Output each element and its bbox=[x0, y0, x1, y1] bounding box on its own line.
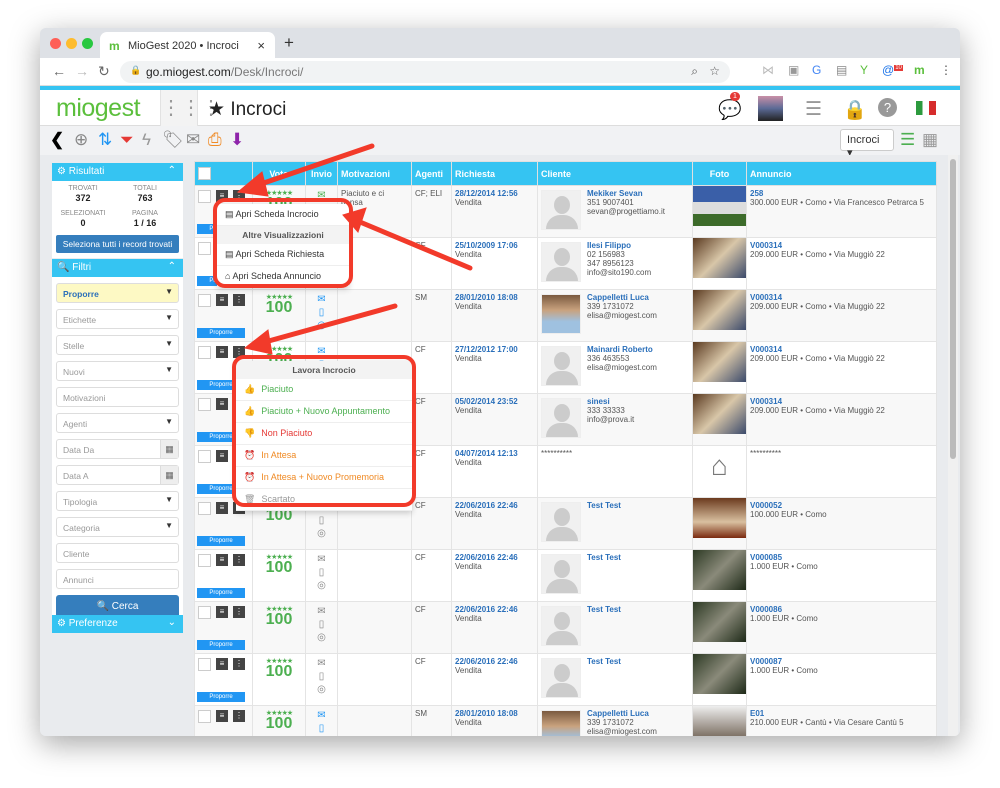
annotation-arrow bbox=[252, 143, 375, 189]
arrow-head bbox=[243, 329, 273, 355]
annotation-arrow bbox=[357, 219, 473, 271]
annotation-arrows bbox=[236, 143, 473, 355]
arrow-head bbox=[342, 207, 367, 233]
arrow-head bbox=[236, 171, 269, 197]
annotation-arrow bbox=[262, 303, 398, 345]
